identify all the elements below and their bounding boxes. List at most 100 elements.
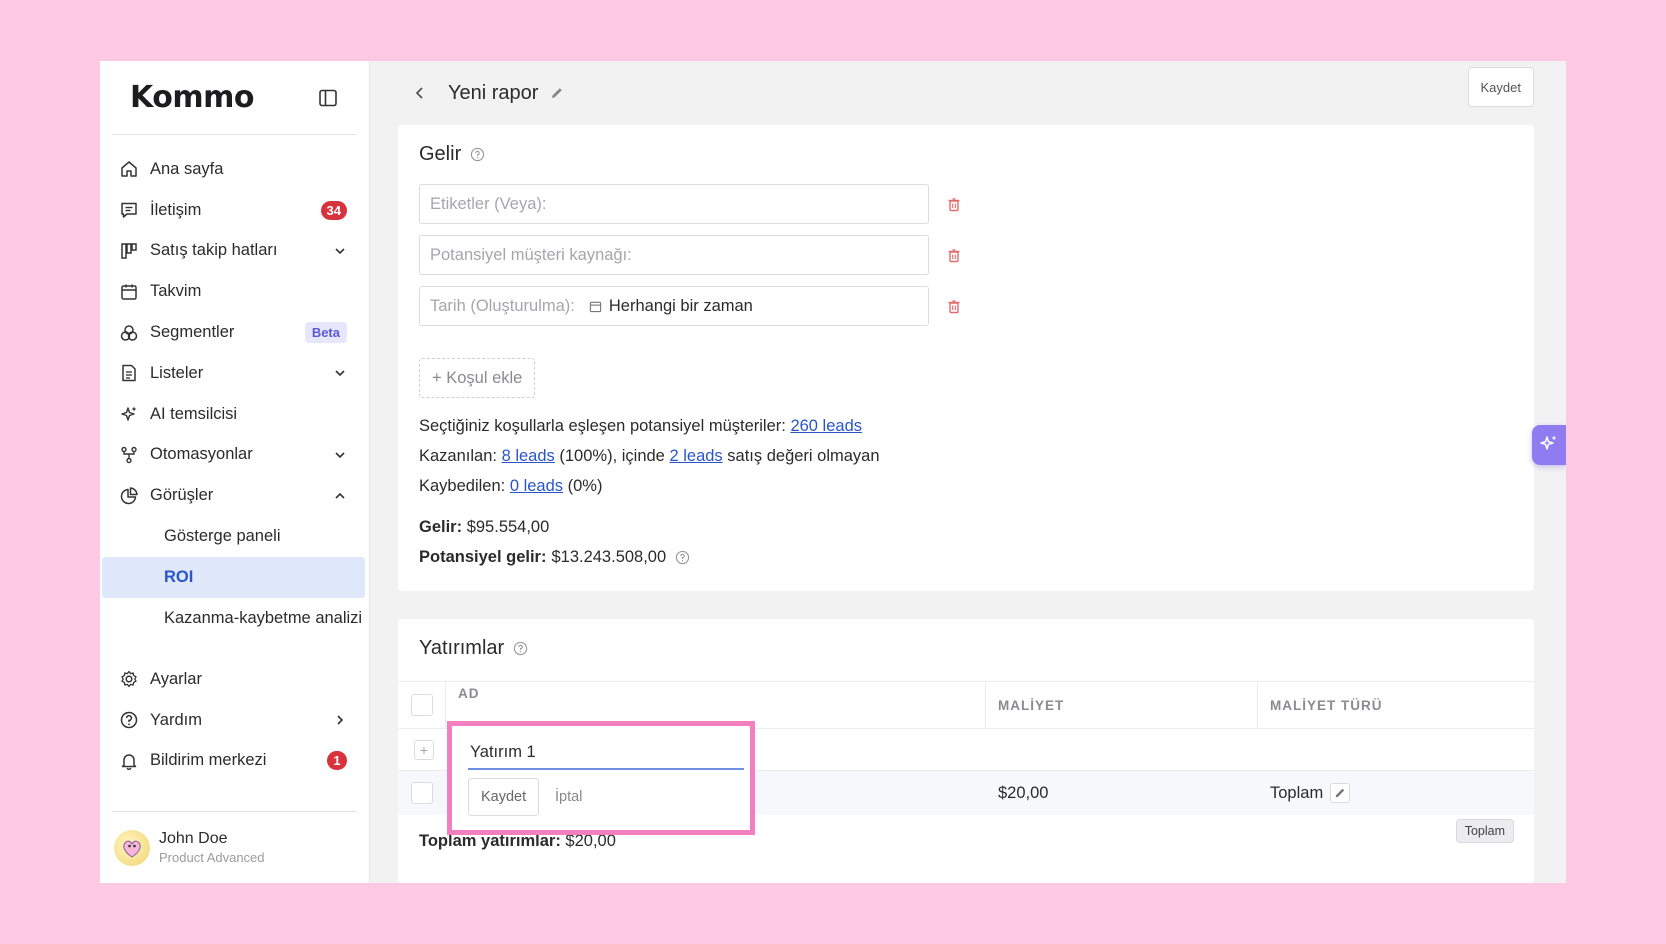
trash-icon[interactable] xyxy=(946,298,962,314)
revenue-line: Gelir: $95.554,00 xyxy=(419,518,549,537)
help-circle-icon[interactable] xyxy=(512,641,528,657)
sidebar-item-contacts[interactable]: İletişim 34 xyxy=(100,190,369,231)
sidebar-item-ai-agent[interactable]: AI temsilcisi xyxy=(100,394,369,435)
add-condition-button[interactable]: + Koşul ekle xyxy=(419,358,536,398)
sidebar-item-label: Görüşler xyxy=(150,486,214,505)
sidebar-item-label: Listeler xyxy=(150,363,204,382)
sidebar-item-segments[interactable]: Segmentler Beta xyxy=(100,312,369,353)
revenue-value: $95.554,00 xyxy=(466,518,550,536)
lost-percent: (0%) xyxy=(567,477,603,495)
sidebar-item-label: Takvim xyxy=(150,282,202,301)
select-all-checkbox[interactable] xyxy=(410,694,433,716)
tags-filter[interactable]: Etiketler (Veya): xyxy=(419,184,929,224)
investments-title: Yatırımlar xyxy=(419,637,528,660)
user-info: John Doe Product Advanced xyxy=(159,830,265,865)
automation-icon xyxy=(118,444,140,466)
user-profile[interactable]: John Doe Product Advanced xyxy=(112,811,357,883)
income-title: Gelir xyxy=(419,143,485,166)
matched-text: Seçtiğiniz koşullarla eşleşen potansiyel… xyxy=(419,417,786,435)
column-header-label: AD xyxy=(458,686,480,701)
income-title-text: Gelir xyxy=(419,143,462,165)
trash-icon[interactable] xyxy=(946,196,962,212)
page-header: Yeni rapor Kaydet xyxy=(370,61,1566,125)
ai-assistant-button[interactable] xyxy=(1532,425,1566,465)
pencil-icon[interactable] xyxy=(1330,783,1351,803)
sidebar-item-label: İletişim xyxy=(150,200,202,219)
user-name: John Doe xyxy=(159,830,228,847)
back-icon[interactable] xyxy=(410,83,430,103)
tooltip: Toplam xyxy=(1455,819,1514,843)
cost-cell[interactable]: $20,00 xyxy=(998,784,1048,803)
help-circle-icon[interactable] xyxy=(469,147,485,163)
sidebar-item-label: Ayarlar xyxy=(150,669,202,688)
chevron-up-icon[interactable] xyxy=(333,489,347,503)
home-icon xyxy=(118,158,140,180)
select-all-cell xyxy=(398,682,446,728)
sidebar-item-label: Bildirim merkezi xyxy=(150,751,267,770)
save-report-button[interactable]: Kaydet xyxy=(1467,67,1534,107)
lost-leads-line: Kaybedilen: 0 leads (0%) xyxy=(419,477,602,496)
sidebar-subitem-win-loss[interactable]: Kazanma-kaybetme analizi xyxy=(100,598,369,639)
sidebar-subitem-dashboard[interactable]: Gösterge paneli xyxy=(100,516,369,557)
sparkle-icon xyxy=(118,403,140,425)
bottom-nav: Ayarlar Yardım Bildirim merkezi 1 xyxy=(100,659,369,781)
sidebar-item-home[interactable]: Ana sayfa xyxy=(100,149,369,190)
sidebar-item-help[interactable]: Yardım xyxy=(100,700,369,741)
matched-leads-link[interactable]: 260 leads xyxy=(790,417,862,435)
main-content: Yeni rapor Kaydet Gelir Etiketler (Veya)… xyxy=(370,61,1566,883)
help-icon xyxy=(118,709,140,731)
cost-type-cell: Toplam xyxy=(1270,783,1351,803)
potential-revenue-line: Potansiyel gelir: $13.243.508,00 xyxy=(419,548,690,567)
cost-type-column-header[interactable]: MALİYET TÜRÜ xyxy=(1258,682,1534,728)
sidebar-toggle-icon[interactable] xyxy=(317,87,339,109)
sidebar-item-automations[interactable]: Otomasyonlar xyxy=(100,435,369,476)
filter-placeholder: Tarih (Oluşturulma): xyxy=(430,296,575,315)
won-text: Kazanılan: xyxy=(419,447,497,465)
sidebar: Kommo Ana sayfa İletişim 34 Satış takip … xyxy=(100,61,370,883)
revenue-label: Gelir: xyxy=(419,518,463,536)
add-investment-button[interactable]: + xyxy=(414,739,434,760)
calendar-icon xyxy=(118,281,140,303)
sidebar-item-settings[interactable]: Ayarlar xyxy=(100,659,369,700)
bell-icon xyxy=(118,750,140,772)
sidebar-item-notifications[interactable]: Bildirim merkezi 1 xyxy=(100,741,369,782)
pipeline-icon xyxy=(118,240,140,262)
no-value-leads-link[interactable]: 2 leads xyxy=(669,447,722,465)
potential-label: Potansiyel gelir: xyxy=(419,548,547,566)
lead-source-filter[interactable]: Potansiyel müşteri kaynağı: xyxy=(419,235,929,275)
help-circle-icon[interactable] xyxy=(674,550,690,566)
logo-row: Kommo xyxy=(112,61,357,135)
sidebar-item-lists[interactable]: Listeler xyxy=(100,353,369,394)
sidebar-item-calendar[interactable]: Takvim xyxy=(100,271,369,312)
sidebar-item-label: Ana sayfa xyxy=(150,159,224,178)
investment-name-input[interactable] xyxy=(468,736,744,770)
sidebar-item-pipelines[interactable]: Satış takip hatları xyxy=(100,231,369,272)
column-header-label: MALİYET xyxy=(998,698,1065,713)
filter-placeholder: Potansiyel müşteri kaynağı: xyxy=(430,245,632,264)
lost-leads-link[interactable]: 0 leads xyxy=(510,477,563,495)
row-select-cell xyxy=(398,782,446,804)
chevron-down-icon[interactable] xyxy=(333,244,347,258)
won-percent: (100%), içinde xyxy=(559,447,665,465)
row-checkbox[interactable] xyxy=(411,782,433,804)
trash-icon[interactable] xyxy=(946,247,962,263)
date-filter-value: Herhangi bir zaman xyxy=(608,296,753,315)
chevron-down-icon[interactable] xyxy=(333,448,347,462)
matched-leads-line: Seçtiğiniz koşullarla eşleşen potansiyel… xyxy=(419,417,862,436)
avatar xyxy=(114,829,150,866)
main-nav: Ana sayfa İletişim 34 Satış takip hatlar… xyxy=(100,135,369,639)
chevron-right-icon[interactable] xyxy=(333,713,347,727)
chevron-down-icon[interactable] xyxy=(333,366,347,380)
column-header-label: MALİYET TÜRÜ xyxy=(1270,698,1383,713)
sidebar-subitem-roi[interactable]: ROI xyxy=(102,556,365,598)
beta-badge: Beta xyxy=(304,322,347,344)
sidebar-item-insights[interactable]: Görüşler xyxy=(100,475,369,516)
sidebar-item-label: Satış takip hatları xyxy=(150,241,278,260)
editor-save-button[interactable]: Kaydet xyxy=(468,778,540,816)
cost-column-header[interactable]: MALİYET xyxy=(986,682,1258,728)
created-date-filter[interactable]: Tarih (Oluşturulma): Herhangi bir zaman xyxy=(419,286,929,326)
pencil-icon[interactable] xyxy=(548,84,566,102)
won-leads-link[interactable]: 8 leads xyxy=(502,447,555,465)
editor-cancel-button[interactable]: İptal xyxy=(555,778,582,816)
filter-placeholder: Etiketler (Veya): xyxy=(430,194,547,213)
